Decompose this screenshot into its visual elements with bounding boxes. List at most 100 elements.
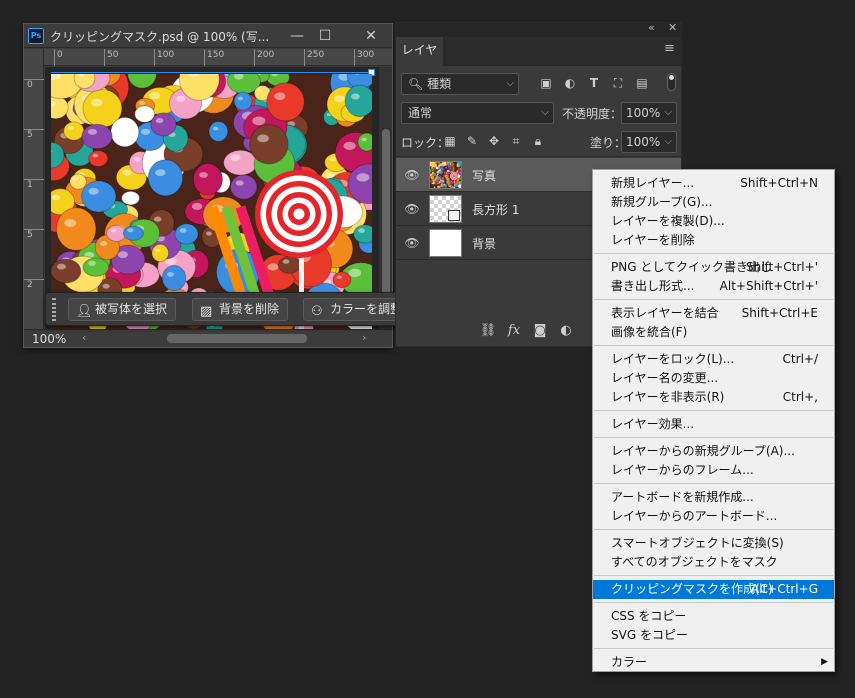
filter-kind-select[interactable]: 🔍︎ 種類 ⌵ [401,73,519,95]
menu-separator [594,437,833,438]
horizontal-ruler: 0 50 100 150 200 250 300 [44,49,392,66]
panel-close-icon[interactable]: ✕ [668,21,677,34]
new-adjustment-icon[interactable]: ◐ [556,321,576,341]
tab-layers[interactable]: レイヤー [396,37,444,84]
fill-value: 100% [626,135,661,149]
menu-item[interactable]: すべてのオブジェクトをマスク [593,553,834,572]
menu-item[interactable]: レイヤー効果... [593,415,834,434]
menu-item[interactable]: カラー ▶ [593,653,834,672]
menu-item-label: カラー [611,655,648,669]
menu-item-label: 画像を統合(F) [611,325,688,339]
drag-handle[interactable] [52,298,56,321]
menu-item-label: レイヤーからのフレーム... [611,463,754,477]
maximize-icon[interactable]: ☐ [311,24,339,48]
filter-kind-value: 種類 [427,77,452,91]
layer-name[interactable]: 写真 [472,167,496,184]
divider [396,156,681,157]
close-icon[interactable]: ✕ [357,24,385,48]
lock-transparent-icon[interactable]: ▦ [442,133,458,149]
menu-item[interactable]: レイヤーをロック(L)... Ctrl+/ [593,350,834,369]
smart-object-filter-icon[interactable]: ▤ [634,75,650,91]
menu-item-label: レイヤー効果... [611,417,695,431]
adjustment-filter-icon[interactable]: ◐ [562,75,578,91]
shape-filter-icon[interactable]: ⛶ [610,75,626,91]
lock-artboard-icon[interactable]: ⌗ [508,133,524,149]
selection-edge [51,72,372,73]
menu-item[interactable]: SVG をコピー [593,626,834,645]
blend-mode-value: 通常 [408,106,433,120]
lock-all-icon[interactable]: 🔒︎ [530,133,546,149]
menu-item[interactable]: PNG としてクイック書き出し Shift+Ctrl+' [593,258,834,277]
filter-toggle[interactable] [667,73,676,91]
ruler-tick-label: 100 [154,49,174,66]
menu-item[interactable]: 新規グループ(G)... [593,193,834,212]
menu-item-label: レイヤーを複製(D)... [611,214,725,228]
menu-item-label: クリッピングマスクを作成(C) [611,582,773,596]
toggle-knob [669,75,674,80]
menu-item-shortcut: Ctrl+/ [782,352,818,366]
add-mask-icon[interactable]: ◙ [530,321,550,341]
layer-name[interactable]: 背景 [472,235,496,252]
fx-icon[interactable]: fx [504,321,524,341]
ruler-tick-label: 250 [304,49,324,66]
menu-item[interactable]: レイヤーを複製(D)... [593,212,834,231]
type-filter-icon[interactable]: T [586,75,602,91]
select-subject-button[interactable]: 👤︎ 被写体を選択 [68,298,177,321]
search-icon: 🔍︎ [408,77,424,91]
visibility-eye-icon[interactable]: 👁︎ [404,167,420,183]
opacity-input[interactable]: 100% ⌵ [621,102,677,124]
menu-item-shortcut: Shift+Ctrl+N [740,176,818,190]
status-bar: 100% ‹ › [24,329,392,347]
ruler-tick-label: 200 [254,49,274,66]
horizontal-scroll-thumb[interactable] [167,334,307,343]
layer-name[interactable]: 長方形 1 [472,201,519,218]
link-layers-icon[interactable]: ⛓ [478,321,498,341]
scroll-left-icon[interactable]: ‹ [82,331,86,344]
menu-item[interactable]: レイヤーからの新規グループ(A)... [593,442,834,461]
document-title: クリッピングマスク.psd @ 100% (写... [50,30,270,44]
visibility-eye-icon[interactable]: 👁︎ [404,201,420,217]
layer-thumbnail-background [429,229,462,257]
color-adjust-icon: ⚇ [311,304,323,319]
lock-pixels-icon[interactable]: ✎ [464,133,480,149]
remove-background-button[interactable]: ▨ 背景を削除 [192,298,289,321]
fill-input[interactable]: 100% ⌵ [621,131,677,153]
ruler-tick-label: 5 [24,229,44,240]
menu-item[interactable]: 書き出し形式... Alt+Shift+Ctrl+' [593,277,834,296]
panel-tabbar: ≡ [444,37,681,66]
document-titlebar[interactable]: Ps クリッピングマスク.psd @ 100% (写... — ☐ ✕ [24,24,392,48]
blend-mode-select[interactable]: 通常 ⌵ [401,102,554,124]
menu-item-label: レイヤーからのアートボード... [611,509,778,523]
layer-context-menu[interactable]: 新規レイヤー... Shift+Ctrl+N 新規グループ(G)... レイヤーを複製… [592,169,835,672]
menu-item[interactable]: アートボードを新規作成... [593,488,834,507]
chevron-down-icon: ⌵ [664,136,672,147]
menu-item[interactable]: レイヤーを非表示(R) Ctrl+, [593,388,834,407]
menu-item[interactable]: クリッピングマスクを作成(C) Alt+Ctrl+G [593,580,834,599]
menu-separator [594,299,833,300]
layer-thumbnail-photo [428,160,463,189]
pixel-filter-icon[interactable]: ▣ [538,75,554,91]
ruler-tick-label: 1 [24,179,44,190]
image-icon: ▨ [200,304,213,319]
menu-item[interactable]: レイヤーからのフレーム... [593,461,834,480]
menu-item[interactable]: 画像を統合(F) [593,323,834,342]
minimize-icon[interactable]: — [283,24,311,48]
collapse-icon[interactable]: « [648,21,655,34]
menu-item[interactable]: レイヤーからのアートボード... [593,507,834,526]
menu-item[interactable]: CSS をコピー [593,607,834,626]
menu-item[interactable]: レイヤー名の変更... [593,369,834,388]
menu-item[interactable]: 新規レイヤー... Shift+Ctrl+N [593,174,834,193]
menu-item[interactable]: 表示レイヤーを結合 Shift+Ctrl+E [593,304,834,323]
chevron-down-icon: ⌵ [506,78,514,89]
menu-item[interactable]: レイヤーを削除 [593,231,834,250]
panel-header: « ✕ [396,21,681,37]
vertical-scroll-thumb[interactable] [382,129,390,297]
menu-item-label: 新規グループ(G)... [611,195,713,209]
lock-position-icon[interactable]: ✥ [486,133,502,149]
visibility-eye-icon[interactable]: 👁︎ [404,235,420,251]
panel-menu-icon[interactable]: ≡ [664,41,675,56]
menu-item[interactable]: スマートオブジェクトに変換(S) [593,534,834,553]
scroll-right-icon[interactable]: › [362,331,366,344]
zoom-level[interactable]: 100% [32,332,66,346]
menu-item-shortcut: Shift+Ctrl+' [745,260,818,274]
